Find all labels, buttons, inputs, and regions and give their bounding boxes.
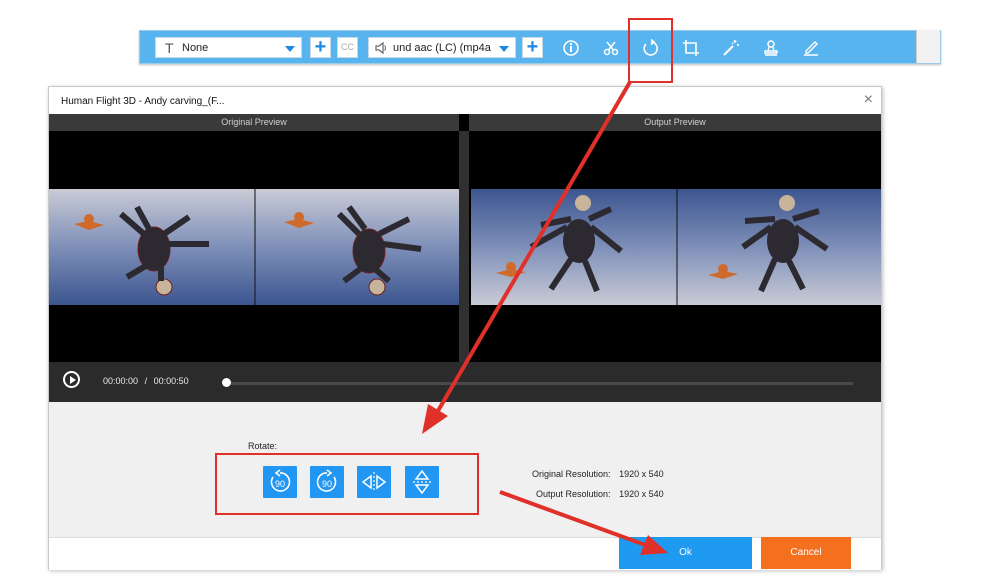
subtitle-dropdown[interactable]: T None xyxy=(155,37,302,58)
flip-horizontal-button[interactable] xyxy=(357,466,391,498)
cc-icon: CC xyxy=(341,42,354,52)
chevron-down-icon xyxy=(285,46,295,52)
rotate-label: Rotate: xyxy=(248,441,278,451)
rotate-highlight-box xyxy=(215,453,479,515)
flip-horizontal-icon xyxy=(361,472,387,492)
output-resolution-row: Output Resolution: 1920 x 540 xyxy=(536,489,664,499)
playback-controls: 00:00:00 / 00:00:50 xyxy=(49,362,881,402)
crop-icon[interactable] xyxy=(681,38,701,58)
preview-divider xyxy=(459,131,469,389)
flip-vertical-button[interactable] xyxy=(405,466,439,498)
original-resolution-row: Original Resolution: 1920 x 540 xyxy=(532,469,664,479)
watermark-icon[interactable] xyxy=(761,38,781,58)
original-video-frame xyxy=(49,189,459,305)
time-display: 00:00:00 / 00:00:50 xyxy=(103,376,189,386)
output-preview-label: Output Preview xyxy=(469,114,881,131)
time-separator: / xyxy=(144,376,148,386)
rotate-right-90-label: 90 xyxy=(322,479,332,489)
rotate-left-90-button[interactable]: 90 xyxy=(263,466,297,498)
flip-vertical-icon xyxy=(413,469,431,495)
output-resolution-value: 1920 x 540 xyxy=(619,489,664,499)
text-icon: T xyxy=(165,40,174,56)
dialog-title: Human Flight 3D - Andy carving_(F... xyxy=(61,96,225,107)
original-resolution-value: 1920 x 540 xyxy=(619,469,664,479)
output-resolution-label: Output Resolution: xyxy=(536,489,611,499)
cut-icon[interactable] xyxy=(601,38,621,58)
rotate-right-90-icon: 90 xyxy=(316,469,337,492)
toolbar-end-panel xyxy=(916,30,940,63)
cancel-button[interactable]: Cancel xyxy=(761,537,851,569)
play-icon[interactable] xyxy=(63,371,80,388)
output-video-frame xyxy=(471,189,881,305)
add-audio-button[interactable]: + xyxy=(522,37,543,58)
chevron-down-icon xyxy=(499,46,509,52)
effects-icon[interactable] xyxy=(721,38,741,58)
editor-toolbar: T None + CC und aac (LC) (mp4a + xyxy=(139,30,941,64)
rotate-left-90-label: 90 xyxy=(275,479,285,489)
add-subtitle-button[interactable]: + xyxy=(310,37,331,58)
ok-button[interactable]: Ok xyxy=(619,537,752,569)
time-total: 00:00:50 xyxy=(153,376,189,386)
original-preview-label: Original Preview xyxy=(49,114,459,131)
subtitle-dropdown-value: None xyxy=(182,42,209,54)
rotate-tool-highlight xyxy=(628,18,673,83)
original-resolution-label: Original Resolution: xyxy=(532,469,611,479)
rotate-left-90-icon: 90 xyxy=(270,469,291,492)
audio-dropdown-value: und aac (LC) (mp4a xyxy=(393,42,491,54)
rotate-right-90-button[interactable]: 90 xyxy=(310,466,344,498)
dialog-footer xyxy=(49,537,881,570)
time-current: 00:00:00 xyxy=(103,376,139,386)
cc-button[interactable]: CC xyxy=(337,37,358,58)
preview-area: Original Preview Output Preview xyxy=(49,114,881,401)
seek-handle[interactable] xyxy=(222,378,231,387)
audio-dropdown[interactable]: und aac (LC) (mp4a xyxy=(368,37,516,58)
info-icon[interactable] xyxy=(561,38,581,58)
close-icon[interactable]: × xyxy=(864,92,873,108)
seek-bar[interactable] xyxy=(225,382,853,385)
edit-icon[interactable] xyxy=(801,38,821,58)
speaker-icon xyxy=(374,41,388,58)
